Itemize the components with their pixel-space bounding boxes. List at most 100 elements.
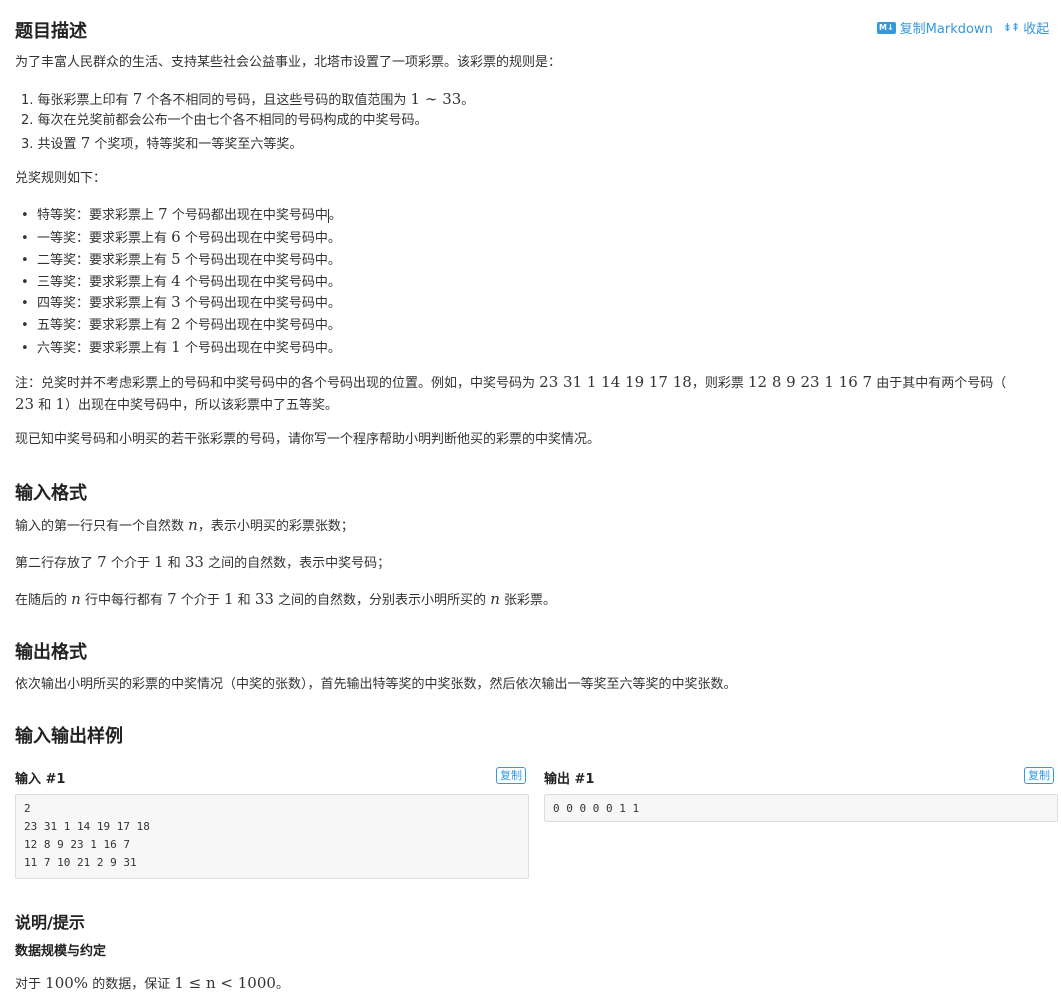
text: 和	[167, 556, 181, 571]
rule-text: 个奖项，特等奖和一等奖至六等奖。	[94, 137, 303, 152]
collapse-icon: ⇟⇞	[1002, 21, 1020, 34]
header-actions: M↓ 复制Markdown ⇟⇞ 收起	[877, 18, 1049, 37]
collapse-button[interactable]: ⇟⇞ 收起	[1003, 18, 1049, 37]
prize-text: 一等奖：要求彩票上有	[37, 231, 168, 246]
text: 之间的自然数，分别表示小明所买的	[278, 593, 487, 608]
prize-item: • 一等奖：要求彩票上有 6 个号码出现在中奖号码中。	[21, 226, 341, 250]
rule-text: 个各不相同的号码，且这些号码的取值范围为	[146, 93, 407, 108]
math: 1	[154, 553, 164, 571]
prize-text: 个号码出现在中奖号码中。	[184, 253, 341, 268]
text: 和	[237, 593, 251, 608]
prize-text: 个号码出现在中奖号码中。	[184, 318, 341, 333]
prize-item: • 四等奖：要求彩票上有 3 个号码出现在中奖号码中。	[21, 291, 341, 315]
math: n	[490, 590, 500, 608]
prize-text: 六等奖：要求彩票上有	[37, 341, 168, 356]
note-line-1: 注：兑奖时并不考虑彩票上的号码和中奖号码中的各个号码出现的位置。例如，中奖号码为…	[15, 371, 1006, 395]
math: 33	[254, 590, 274, 608]
prize-text: 。	[328, 208, 342, 223]
math: 23	[15, 395, 35, 413]
intro-text: 为了丰富人民群众的生活、支持某些社会公益事业，北塔市设置了一项彩票。该彩票的规则…	[15, 55, 562, 70]
rule-text: 每张彩票上印有	[37, 93, 129, 108]
copy-markdown-button[interactable]: M↓ 复制Markdown	[877, 18, 993, 37]
note-text: 由于其中有两个号码（	[876, 376, 1007, 391]
collapse-label: 收起	[1023, 22, 1050, 37]
text: 对于	[15, 977, 42, 992]
prize-text: 个号码都出现在中奖号码中	[171, 208, 328, 223]
math: 1 ∼ 33	[410, 90, 462, 108]
sample-output-code[interactable]: 0 0 0 0 0 1 1	[544, 794, 1058, 822]
math: 100%	[45, 974, 89, 992]
rule-item-2: 2. 每次在兑奖前都会公布一个由七个各不相同的号码构成的中奖号码。	[21, 110, 428, 132]
markdown-icon: M↓	[877, 21, 896, 34]
bullet: •	[21, 253, 29, 268]
text: ，表示小明买的彩票张数；	[197, 519, 354, 534]
bullet: •	[21, 296, 29, 311]
prize-text: 个号码出现在中奖号码中。	[184, 231, 341, 246]
math: 7	[158, 205, 168, 223]
note-line-2: 23 和 1）出现在中奖号码中，所以该彩票中了五等奖。	[15, 393, 338, 417]
output-format-text: 依次输出小明所买的彩票的中奖情况（中奖的张数），首先输出特等奖的中奖张数，然后依…	[15, 677, 737, 692]
prize-text: 二等奖：要求彩票上有	[37, 253, 168, 268]
math: 7	[132, 90, 143, 108]
rule-num: 2.	[21, 113, 34, 128]
prize-text: 个号码出现在中奖号码中。	[184, 341, 341, 356]
output-format-title: 输出格式	[15, 642, 87, 663]
math: n	[188, 516, 198, 534]
text: 在随后的	[15, 593, 68, 608]
bullet: •	[21, 341, 29, 356]
prize-item: • 特等奖：要求彩票上 7 个号码都出现在中奖号码中。	[21, 203, 342, 227]
rule-item-1: 1. 每张彩票上印有 7 个各不相同的号码，且这些号码的取值范围为 1 ∼ 33…	[21, 88, 474, 112]
math: 3	[171, 293, 181, 311]
rule-num: 1.	[21, 93, 34, 108]
prize-text: 四等奖：要求彩票上有	[37, 296, 168, 311]
text: 输入的第一行只有一个自然数	[15, 519, 185, 534]
rule-text: 。	[461, 93, 475, 108]
prize-item: • 五等奖：要求彩票上有 2 个号码出现在中奖号码中。	[21, 313, 341, 337]
copy-output-button[interactable]: 复制	[1024, 767, 1054, 784]
math: 1	[223, 590, 234, 608]
note-text: 注：兑奖时并不考虑彩票上的号码和中奖号码中的各个号码出现的位置。例如，中奖号码为	[15, 376, 536, 391]
rule-text: 共设置	[37, 137, 77, 152]
math: n	[71, 590, 81, 608]
hint-title: 说明/提示	[15, 913, 85, 932]
prize-intro: 兑奖规则如下：	[15, 171, 107, 186]
text: 张彩票。	[504, 593, 557, 608]
math: 1 ≤ n < 1000	[174, 974, 276, 992]
rule-text: 每次在兑奖前都会公布一个由七个各不相同的号码构成的中奖号码。	[37, 113, 428, 128]
input-format-title: 输入格式	[15, 483, 87, 504]
math: 7	[167, 590, 177, 608]
sample-input-code[interactable]: 2 23 31 1 14 19 17 18 12 8 9 23 1 16 7 1…	[15, 794, 529, 879]
copy-input-button[interactable]: 复制	[496, 767, 526, 784]
input-format-line-1: 输入的第一行只有一个自然数 n，表示小明买的彩票张数；	[15, 514, 354, 538]
hint-text: 对于 100% 的数据，保证 1 ≤ n < 1000。	[15, 972, 289, 996]
math: 4	[171, 272, 181, 290]
prize-item: • 二等奖：要求彩票上有 5 个号码出现在中奖号码中。	[21, 248, 341, 272]
rule-item-3: 3. 共设置 7 个奖项，特等奖和一等奖至六等奖。	[21, 132, 302, 156]
math: 1	[171, 338, 181, 356]
copy-markdown-label: 复制Markdown	[899, 22, 993, 37]
text: 个介于	[180, 593, 220, 608]
task-text: 现已知中奖号码和小明买的若干张彩票的号码，请你写一个程序帮助小明判断他买的彩票的…	[15, 432, 601, 447]
prize-text: 特等奖：要求彩票上	[37, 208, 155, 223]
bullet: •	[21, 208, 29, 223]
math: 33	[184, 553, 204, 571]
math: 12 8 9 23 1 16 7	[748, 373, 873, 391]
math: 6	[171, 228, 181, 246]
text: 。	[275, 977, 289, 992]
sample-output-label: 输出 #1	[544, 772, 595, 787]
samples-title: 输入输出样例	[15, 726, 123, 747]
text: 之间的自然数，表示中奖号码；	[208, 556, 391, 571]
math: 7	[97, 553, 107, 571]
note-text: ）出现在中奖号码中，所以该彩票中了五等奖。	[64, 398, 338, 413]
note-text: ，则彩票	[691, 376, 744, 391]
prize-text: 三等奖：要求彩票上有	[37, 275, 168, 290]
prize-text: 个号码出现在中奖号码中。	[184, 296, 341, 311]
description-title: 题目描述	[15, 21, 87, 42]
math: 7	[80, 134, 91, 152]
bullet: •	[21, 318, 29, 333]
sample-input-label: 输入 #1	[15, 772, 66, 787]
note-text: 和	[38, 398, 52, 413]
input-format-line-2: 第二行存放了 7 个介于 1 和 33 之间的自然数，表示中奖号码；	[15, 551, 390, 575]
rule-num: 3.	[21, 137, 34, 152]
text: 第二行存放了	[15, 556, 94, 571]
